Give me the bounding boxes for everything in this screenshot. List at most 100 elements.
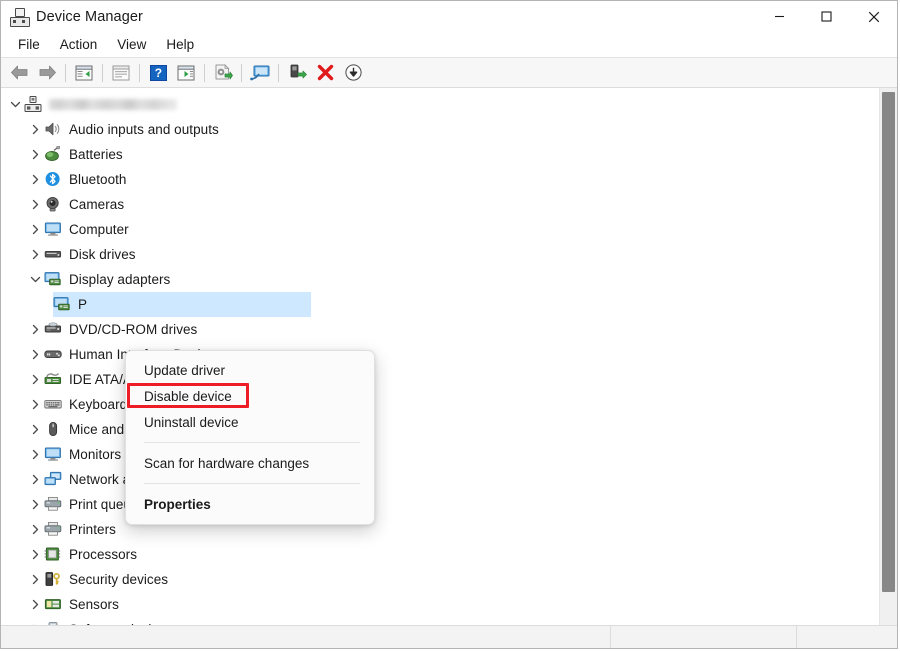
back-icon[interactable] xyxy=(6,61,32,85)
tree-row-security-devices[interactable]: Security devices xyxy=(1,567,879,592)
menu-view[interactable]: View xyxy=(108,35,155,54)
tree-row-cameras[interactable]: Cameras xyxy=(1,192,879,217)
hid-icon xyxy=(44,346,64,364)
context-menu-item-label: Update driver xyxy=(144,362,226,378)
monitor-icon xyxy=(44,446,64,464)
tree-row-software-devices[interactable]: Software devices xyxy=(1,617,879,625)
context-menu-item-uninstall-device[interactable]: Uninstall device xyxy=(126,409,374,435)
context-menu-item-properties[interactable]: Properties xyxy=(126,491,374,517)
tree-row-disk-drives[interactable]: Disk drives xyxy=(1,242,879,267)
chevron-right-icon[interactable] xyxy=(27,449,44,460)
chevron-right-icon[interactable] xyxy=(27,474,44,485)
chevron-right-icon[interactable] xyxy=(27,624,44,625)
ide-controller-icon xyxy=(44,371,64,389)
status-bar-section-2 xyxy=(611,626,797,648)
status-bar xyxy=(1,625,897,648)
tree-item-label: Display adapters xyxy=(69,272,171,287)
device-manager-icon xyxy=(10,7,30,27)
context-menu-item-label: Uninstall device xyxy=(144,414,239,430)
disable-device-icon[interactable] xyxy=(340,61,366,85)
tree-row-computer[interactable]: Computer xyxy=(1,217,879,242)
vertical-scrollbar[interactable] xyxy=(879,88,897,625)
toolbar-separator xyxy=(102,63,103,82)
computer-node-icon xyxy=(24,95,44,114)
tree-item-label: Bluetooth xyxy=(69,172,127,187)
context-menu-separator xyxy=(144,442,360,443)
minimize-button[interactable] xyxy=(756,1,803,32)
chevron-right-icon[interactable] xyxy=(27,249,44,260)
show-hide-action-pane-icon[interactable] xyxy=(173,61,199,85)
tree-row-computer-root[interactable] xyxy=(1,92,879,117)
chevron-right-icon[interactable] xyxy=(27,524,44,535)
menu-bar: File Action View Help xyxy=(1,32,897,58)
tree-row-display-adapters[interactable]: Display adapters xyxy=(1,267,879,292)
tree-item-label: Disk drives xyxy=(69,247,136,262)
mouse-icon xyxy=(44,421,64,439)
chevron-right-icon[interactable] xyxy=(27,174,44,185)
tree-row-bluetooth[interactable]: Bluetooth xyxy=(1,167,879,192)
context-menu[interactable]: Update driver Disable device Uninstall d… xyxy=(125,350,375,525)
chevron-right-icon[interactable] xyxy=(27,399,44,410)
context-menu-item-update-driver[interactable]: Update driver xyxy=(126,357,374,383)
help-icon[interactable]: ? xyxy=(145,61,171,85)
toolbar-separator xyxy=(204,63,205,82)
context-menu-separator xyxy=(144,483,360,484)
scan-for-hardware-changes-icon[interactable] xyxy=(247,61,273,85)
forward-icon[interactable] xyxy=(34,61,60,85)
context-menu-item-disable-device[interactable]: Disable device xyxy=(126,383,374,409)
close-button[interactable] xyxy=(850,1,897,32)
menu-action[interactable]: Action xyxy=(51,35,107,54)
chevron-right-icon[interactable] xyxy=(27,499,44,510)
chevron-down-icon[interactable] xyxy=(7,99,24,110)
chevron-down-icon[interactable] xyxy=(27,274,44,285)
computer-name-redacted xyxy=(49,99,177,110)
tree-item-label: Audio inputs and outputs xyxy=(69,122,219,137)
status-bar-message xyxy=(1,626,611,648)
chevron-right-icon[interactable] xyxy=(27,324,44,335)
maximize-button[interactable] xyxy=(803,1,850,32)
camera-icon xyxy=(44,196,64,214)
svg-text:?: ? xyxy=(154,66,161,80)
enable-device-icon[interactable] xyxy=(284,61,310,85)
bluetooth-icon xyxy=(44,171,64,189)
title-bar: Device Manager xyxy=(1,1,897,32)
window-controls xyxy=(756,1,897,32)
chevron-right-icon[interactable] xyxy=(27,599,44,610)
tree-item-label: P xyxy=(78,297,88,312)
menu-help[interactable]: Help xyxy=(157,35,203,54)
chevron-right-icon[interactable] xyxy=(27,574,44,585)
chevron-right-icon[interactable] xyxy=(27,224,44,235)
tree-item-label: Printers xyxy=(69,522,116,537)
tree-row-processors[interactable]: Processors xyxy=(1,542,879,567)
chevron-right-icon[interactable] xyxy=(27,124,44,135)
chevron-right-icon[interactable] xyxy=(27,549,44,560)
chevron-right-icon[interactable] xyxy=(27,424,44,435)
sensor-icon xyxy=(44,596,64,614)
tree-row-batteries[interactable]: Batteries xyxy=(1,142,879,167)
context-menu-item-label: Properties xyxy=(144,496,211,512)
scrollbar-thumb[interactable] xyxy=(882,92,895,592)
processor-icon xyxy=(44,546,64,564)
chevron-right-icon[interactable] xyxy=(27,199,44,210)
update-driver-icon[interactable] xyxy=(210,61,236,85)
chevron-right-icon[interactable] xyxy=(27,374,44,385)
tree-item-label: Computer xyxy=(69,222,129,237)
toolbar-separator xyxy=(241,63,242,82)
speaker-icon xyxy=(44,121,64,139)
menu-file[interactable]: File xyxy=(9,35,49,54)
chevron-right-icon[interactable] xyxy=(27,349,44,360)
context-menu-item-scan-for-hardware-changes[interactable]: Scan for hardware changes xyxy=(126,450,374,476)
device-tree[interactable]: Audio inputs and outputs Batteries Bluet… xyxy=(1,88,879,625)
tree-row-audio-inputs-and-outputs[interactable]: Audio inputs and outputs xyxy=(1,117,879,142)
properties-icon[interactable] xyxy=(108,61,134,85)
tree-item-label: Monitors xyxy=(69,447,122,462)
tree-row-dvd-cd-rom-drives[interactable]: DVD/CD-ROM drives xyxy=(1,317,879,342)
dvd-drive-icon xyxy=(44,321,64,339)
tree-row-sensors[interactable]: Sensors xyxy=(1,592,879,617)
tree-row-selected-display-device[interactable]: P xyxy=(1,292,879,317)
uninstall-device-icon[interactable] xyxy=(312,61,338,85)
keyboard-icon xyxy=(44,396,64,414)
software-device-icon xyxy=(44,621,64,625)
chevron-right-icon[interactable] xyxy=(27,149,44,160)
show-hide-console-tree-icon[interactable] xyxy=(71,61,97,85)
